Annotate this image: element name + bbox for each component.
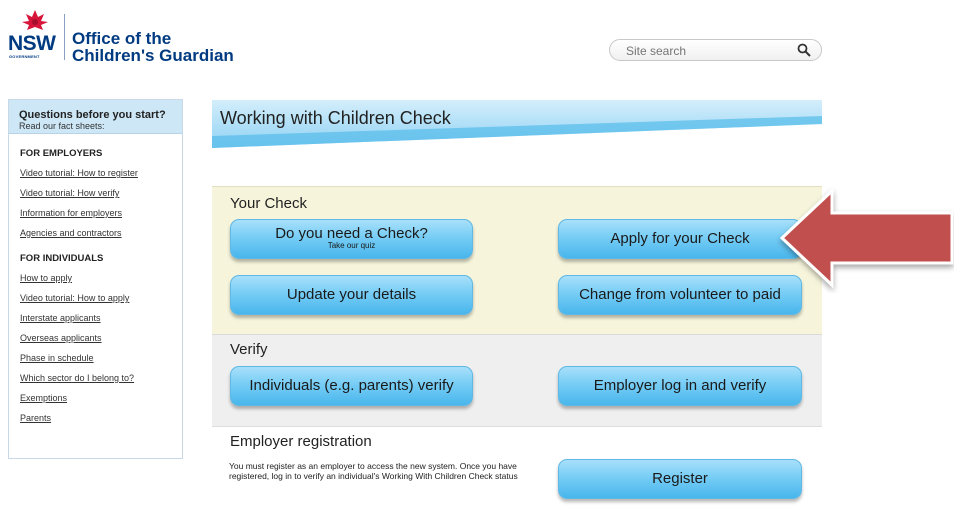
page-title: Working with Children Check (220, 108, 451, 128)
individuals-verify-label: Individuals (e.g. parents) verify (249, 377, 454, 394)
sidebar-section-individuals: FOR INDIVIDUALS (20, 253, 104, 264)
sidebar-question: Questions before you start? (19, 109, 166, 121)
link-agencies-and-contractors[interactable]: Agencies and contractors (20, 223, 182, 243)
verify-panel: Verify Individuals (e.g. parents) verify… (212, 334, 822, 426)
link-overseas-applicants[interactable]: Overseas applicants (20, 328, 182, 348)
update-your-details-button[interactable]: Update your details (230, 275, 473, 315)
do-you-need-a-check-label: Do you need a Check? (275, 225, 428, 242)
change-volunteer-to-paid-label: Change from volunteer to paid (579, 286, 781, 303)
do-you-need-a-check-button[interactable]: Do you need a Check? Take our quiz (230, 219, 473, 259)
link-which-sector[interactable]: Which sector do I belong to? (20, 368, 182, 388)
link-exemptions[interactable]: Exemptions (20, 388, 182, 408)
nsw-logo-text: NSW (8, 32, 56, 55)
search-icon[interactable] (797, 43, 811, 57)
register-label: Register (652, 470, 708, 487)
apply-for-your-check-label: Apply for your Check (610, 230, 750, 247)
your-check-panel: Your Check Do you need a Check? Take our… (212, 186, 822, 334)
nsw-government-logo[interactable]: NSW GOVERNMENT (8, 8, 66, 60)
sidebar-subtitle: Read our fact sheets: (19, 121, 105, 131)
employer-registration-text: You must register as an employer to acce… (229, 461, 518, 481)
logo-divider (64, 14, 65, 60)
link-video-how-to-register[interactable]: Video tutorial: How to register (20, 163, 182, 183)
take-our-quiz-label: Take our quiz (327, 241, 376, 250)
verify-heading: Verify (230, 341, 268, 358)
link-video-how-verify[interactable]: Video tutorial: How verify (20, 183, 182, 203)
site-search (609, 39, 822, 61)
sidebar: Questions before you start? Read our fac… (8, 99, 183, 459)
employer-login-verify-label: Employer log in and verify (593, 377, 767, 394)
employer-login-verify-button[interactable]: Employer log in and verify (558, 366, 802, 406)
employer-registration-heading: Employer registration (230, 433, 372, 450)
register-button[interactable]: Register (558, 459, 802, 499)
org-name[interactable]: Office of the Children's Guardian (72, 30, 234, 64)
org-name-line1: Office of the (72, 29, 172, 48)
link-information-for-employers[interactable]: Information for employers (20, 203, 182, 223)
link-parents[interactable]: Parents (20, 408, 182, 428)
waratah-icon (22, 10, 48, 30)
sidebar-section-employers: FOR EMPLOYERS (20, 148, 103, 159)
link-phase-in-schedule[interactable]: Phase in schedule (20, 348, 182, 368)
employer-registration-panel: Employer registration You must register … (212, 426, 822, 510)
change-volunteer-to-paid-button[interactable]: Change from volunteer to paid (558, 275, 802, 315)
link-how-to-apply[interactable]: How to apply (20, 268, 182, 288)
page-title-banner: Working with Children Check (212, 100, 822, 148)
individuals-verify-button[interactable]: Individuals (e.g. parents) verify (230, 366, 473, 406)
apply-for-your-check-button[interactable]: Apply for your Check (558, 219, 802, 259)
your-check-heading: Your Check (230, 195, 307, 212)
sidebar-header: Questions before you start? Read our fac… (9, 100, 182, 134)
link-interstate-applicants[interactable]: Interstate applicants (20, 308, 182, 328)
search-input[interactable] (624, 43, 778, 59)
update-your-details-label: Update your details (286, 286, 417, 303)
link-video-how-to-apply[interactable]: Video tutorial: How to apply (20, 288, 182, 308)
government-logo-text: GOVERNMENT (9, 54, 40, 59)
org-name-line2: Children's Guardian (72, 46, 234, 65)
red-arrow-icon (779, 187, 954, 289)
